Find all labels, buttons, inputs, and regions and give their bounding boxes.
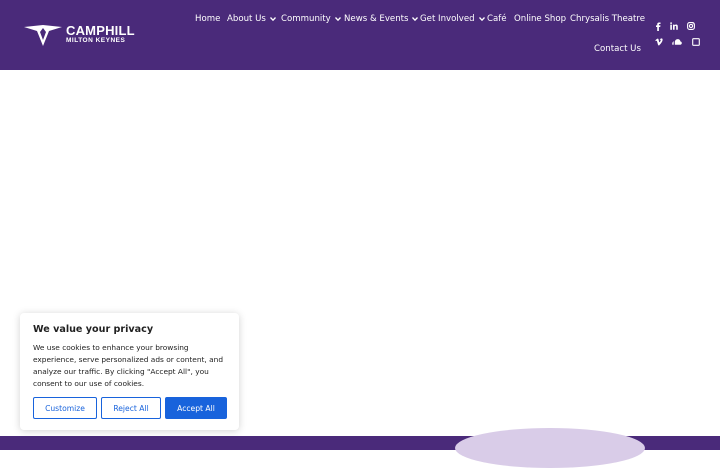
brand-subtitle: MILTON KEYNES — [66, 37, 126, 44]
nav-label: Online Shop — [514, 14, 567, 24]
accept-all-button[interactable]: Accept All — [165, 397, 227, 419]
footer-decorative-arc — [455, 428, 645, 468]
camphill-logo-icon — [24, 25, 62, 46]
chevron-down-icon — [269, 17, 276, 22]
linkedin-icon[interactable] — [669, 21, 679, 31]
nav-label: Café — [487, 14, 507, 24]
reject-all-button[interactable]: Reject All — [101, 397, 161, 419]
vimeo-icon[interactable] — [654, 37, 664, 47]
chevron-down-icon — [334, 17, 341, 22]
nav-label: Get Involved — [420, 14, 475, 24]
nav-label: News & Events — [344, 14, 409, 24]
nav-item-home[interactable]: Home — [195, 14, 220, 24]
nav-label: About Us — [227, 14, 266, 24]
nav-label: Contact Us — [594, 44, 641, 54]
cookie-consent-banner: We value your privacy We use cookies to … — [20, 313, 239, 430]
nav-item-chrysalis-theatre[interactable]: Chrysalis Theatre — [570, 14, 645, 24]
nav-item-news-events[interactable]: News & Events — [344, 14, 419, 24]
soundcloud-icon[interactable] — [672, 37, 682, 47]
cookie-description: We use cookies to enhance your browsing … — [33, 343, 224, 388]
chevron-down-icon — [412, 17, 419, 22]
site-logo[interactable]: CAMPHILL MILTON KEYNES — [22, 22, 135, 48]
site-header: CAMPHILL MILTON KEYNES Home About Us Com… — [0, 0, 720, 70]
chevron-down-icon — [478, 17, 485, 22]
nav-item-online-shop[interactable]: Online Shop — [514, 14, 566, 24]
nav-item-about-us[interactable]: About Us — [227, 14, 276, 24]
brand-name: CAMPHILL — [66, 23, 135, 38]
nav-item-contact-us[interactable]: Contact Us — [594, 44, 641, 54]
nav-item-cafe[interactable]: Café — [487, 14, 507, 24]
nav-item-get-involved[interactable]: Get Involved — [420, 14, 485, 24]
nav-label: Chrysalis Theatre — [570, 14, 646, 24]
cookie-title: We value your privacy — [33, 324, 154, 335]
instagram-icon[interactable] — [686, 21, 696, 31]
nav-label: Community — [281, 14, 331, 24]
nav-label: Home — [195, 14, 221, 24]
nav-item-community[interactable]: Community — [281, 14, 341, 24]
customize-button[interactable]: Customize — [33, 397, 97, 419]
square-icon[interactable] — [691, 37, 701, 47]
facebook-icon[interactable] — [653, 21, 663, 31]
